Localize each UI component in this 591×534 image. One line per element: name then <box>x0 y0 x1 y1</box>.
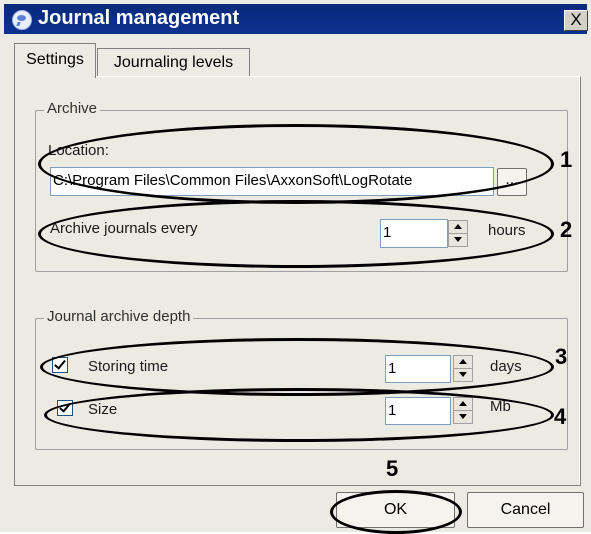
tab-journaling-levels[interactable]: Journaling levels <box>97 48 250 77</box>
close-button[interactable]: X <box>564 10 588 31</box>
journal-management-dialog: Journal management X Settings Journaling… <box>0 0 591 534</box>
cancel-button[interactable]: Cancel <box>467 492 584 528</box>
annotation-oval-4 <box>44 388 554 442</box>
annotation-oval-2 <box>38 200 554 268</box>
title-bar[interactable]: Journal management X <box>4 4 588 34</box>
annotation-number-2: 2 <box>560 217 573 242</box>
annotation-number-3: 3 <box>555 344 568 369</box>
annotation-number-4: 4 <box>554 404 567 429</box>
annotation-number-5: 5 <box>386 456 399 481</box>
app-icon <box>12 10 32 30</box>
archive-group-label: Archive <box>44 100 101 117</box>
journal-depth-group-label: Journal archive depth <box>44 308 194 325</box>
annotation-number-1: 1 <box>560 147 573 172</box>
window-title: Journal management <box>38 7 240 29</box>
tab-settings[interactable]: Settings <box>14 43 96 78</box>
annotation-oval-1 <box>38 124 554 204</box>
annotation-oval-5 <box>330 490 462 534</box>
